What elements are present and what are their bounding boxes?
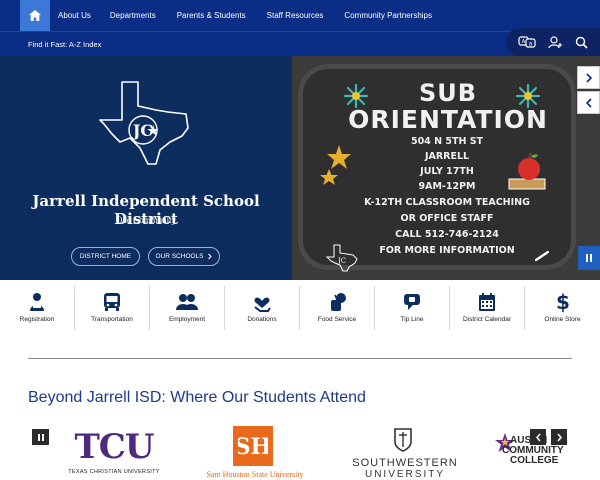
registration-icon bbox=[30, 293, 44, 311]
employment-icon bbox=[176, 294, 198, 310]
slide-title-sub: SUB bbox=[418, 79, 478, 107]
svg-text:SH: SH bbox=[238, 434, 268, 460]
quicklink-tip-line[interactable]: Tip Line bbox=[375, 286, 450, 330]
az-index-link[interactable]: Find it Fast: A-Z Index bbox=[28, 40, 101, 49]
svg-text:JC: JC bbox=[337, 257, 346, 265]
slide-title-orientation: ORIENTATION bbox=[348, 105, 548, 134]
district-tagline: One Community bbox=[115, 215, 177, 225]
nav-staff-resources[interactable]: Staff Resources bbox=[267, 11, 324, 20]
home-icon bbox=[29, 10, 41, 21]
online-store-label: Online Store bbox=[544, 316, 581, 323]
quicklink-district-calendar[interactable]: District Calendar bbox=[450, 286, 525, 330]
southwestern-name: SOUTHWESTERN bbox=[352, 457, 458, 469]
donations-icon bbox=[254, 297, 271, 312]
pause-slideshow-button[interactable] bbox=[578, 246, 600, 270]
dollar-icon: $ bbox=[556, 291, 570, 313]
pause-icon bbox=[37, 433, 44, 441]
donations-label: Donations bbox=[247, 316, 277, 323]
logo-shsu[interactable]: SH Sam Houston State University bbox=[180, 426, 330, 479]
quicklink-donations[interactable]: Donations bbox=[225, 286, 300, 330]
southwestern-name-2: UNIVERSITY bbox=[364, 469, 445, 480]
district-calendar-label: District Calendar bbox=[462, 316, 512, 323]
logo-tcu[interactable]: TCU TEXAS CHRISTIAN UNIVERSITY bbox=[60, 430, 168, 475]
tip-line-icon bbox=[404, 294, 420, 310]
tip-line-label: Tip Line bbox=[400, 316, 424, 323]
employment-label: Employment bbox=[168, 316, 206, 323]
pause-carousel-button[interactable] bbox=[32, 429, 49, 445]
carousel-previous-button[interactable] bbox=[530, 429, 546, 445]
next-slide-button[interactable] bbox=[577, 66, 600, 89]
nav-departments[interactable]: Departments bbox=[110, 11, 156, 20]
slide-role-2: OR OFFICE STAFF bbox=[400, 213, 494, 224]
college-logo-carousel: TCU TEXAS CHRISTIAN UNIVERSITY SH Sam Ho… bbox=[0, 420, 600, 480]
nav-about-us[interactable]: About Us bbox=[58, 11, 91, 20]
nav-parents-students[interactable]: Parents & Students bbox=[177, 11, 246, 20]
district-logo: JC bbox=[99, 81, 189, 165]
bus-icon bbox=[104, 293, 120, 311]
pause-icon bbox=[586, 254, 592, 262]
chalkboard-slide: SUB ORIENTATION 504 N 5TH ST JARRELL JUL… bbox=[298, 64, 576, 272]
utility-toolbar: aA bbox=[506, 28, 600, 56]
previous-slide-button[interactable] bbox=[577, 91, 600, 114]
southwestern-crest-icon bbox=[394, 428, 412, 452]
shsu-name: Sam Houston State University bbox=[206, 470, 304, 479]
district-home-label: DISTRICT HOME bbox=[79, 253, 132, 260]
food-service-icon bbox=[331, 293, 346, 311]
svg-text:A: A bbox=[522, 39, 526, 45]
shsu-emblem: SH bbox=[233, 426, 273, 466]
slide-logo: JC bbox=[325, 244, 358, 272]
chevron-left-icon bbox=[585, 97, 592, 108]
chevron-right-icon bbox=[207, 253, 212, 260]
chevron-right-icon bbox=[585, 72, 592, 83]
registration-label: Registration bbox=[19, 316, 55, 323]
quicklink-employment[interactable]: Employment bbox=[150, 286, 225, 330]
search-icon[interactable] bbox=[575, 36, 588, 49]
acc-name-3: COLLEGE bbox=[510, 455, 559, 466]
section-divider bbox=[28, 358, 572, 359]
district-banner: JC Jarrell Independent School District O… bbox=[0, 56, 292, 280]
tcu-fullname: TEXAS CHRISTIAN UNIVERSITY bbox=[68, 469, 160, 475]
tcu-wordmark: TCU bbox=[74, 427, 154, 467]
nav-community-partnerships[interactable]: Community Partnerships bbox=[344, 11, 432, 20]
our-schools-button[interactable]: OUR SCHOOLS bbox=[148, 247, 220, 266]
food-service-label: Food Service bbox=[317, 316, 357, 323]
top-navigation: About Us Departments Parents & Students … bbox=[0, 0, 600, 31]
translate-icon[interactable]: aA bbox=[518, 36, 536, 48]
svg-text:a: a bbox=[529, 41, 533, 48]
shsu-monogram-icon: SH bbox=[238, 434, 268, 460]
logo-southwestern[interactable]: SOUTHWESTERN UNIVERSITY bbox=[345, 428, 465, 480]
quick-links: Registration Transportation Employment D… bbox=[0, 286, 600, 330]
chalk-icon bbox=[535, 251, 549, 261]
quicklink-online-store[interactable]: $ Online Store bbox=[525, 286, 600, 330]
chevron-right-icon bbox=[556, 433, 562, 441]
district-home-button[interactable]: DISTRICT HOME bbox=[71, 247, 140, 266]
calendar-icon bbox=[479, 293, 495, 311]
user-icon[interactable] bbox=[548, 35, 563, 49]
chevron-left-icon bbox=[535, 433, 541, 441]
quicklink-transportation[interactable]: Transportation bbox=[75, 286, 150, 330]
section-title: Beyond Jarrell ISD: Where Our Students A… bbox=[28, 389, 366, 406]
slide-call: CALL 512-746-2124 bbox=[395, 229, 499, 240]
transportation-label: Transportation bbox=[91, 316, 133, 323]
apple-books-icon bbox=[508, 152, 546, 190]
quicklink-food-service[interactable]: Food Service bbox=[300, 286, 375, 330]
svg-text:$: $ bbox=[556, 291, 570, 313]
home-button[interactable] bbox=[20, 0, 50, 31]
our-schools-label: OUR SCHOOLS bbox=[155, 253, 204, 260]
carousel-next-button[interactable] bbox=[551, 429, 567, 445]
stars-icon bbox=[320, 145, 351, 185]
quicklink-registration[interactable]: Registration bbox=[0, 286, 75, 330]
slideshow: SUB ORIENTATION 504 N 5TH ST JARRELL JUL… bbox=[292, 56, 600, 280]
